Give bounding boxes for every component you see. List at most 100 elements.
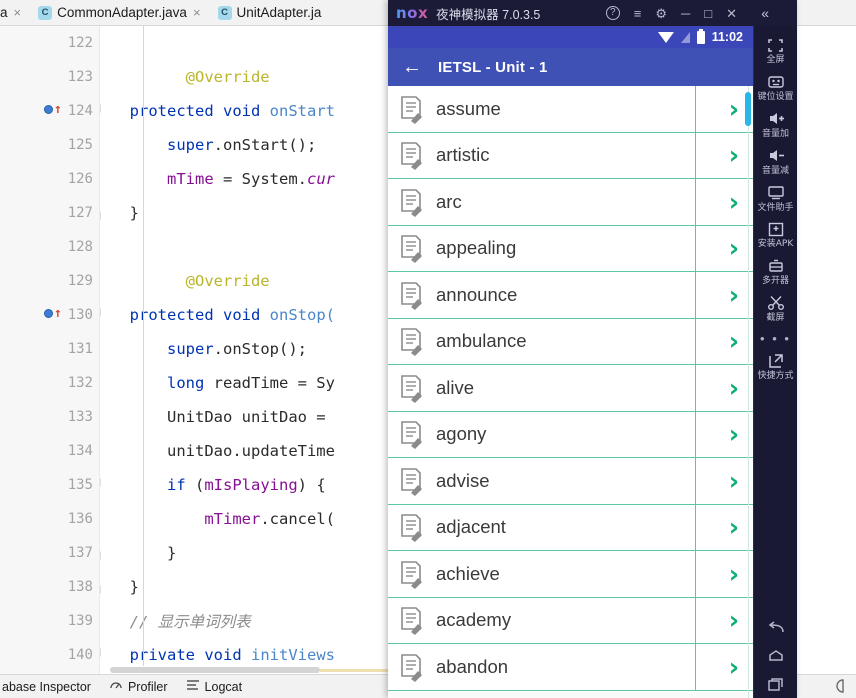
shortcut-icon xyxy=(767,352,785,370)
chevron-right-icon[interactable]: › xyxy=(729,515,739,540)
word-list-item[interactable]: achieve › xyxy=(388,551,753,598)
line-number: 124 xyxy=(67,103,93,119)
breakpoint-icon[interactable]: ↑ xyxy=(44,103,62,116)
nox-sidebar: 全屏键位设置音量加 音量减 文件助手 安装APK 多开器 截屏 • • • 快捷方式 xyxy=(753,26,797,698)
event-log-icon[interactable] xyxy=(832,676,852,696)
gutter-line[interactable]: 127 xyxy=(0,196,111,230)
chevron-right-icon[interactable]: › xyxy=(729,608,739,633)
line-number: 127 xyxy=(67,205,93,221)
gutter-line[interactable]: 140 xyxy=(0,638,111,672)
word-list-item[interactable]: agony › xyxy=(388,411,753,458)
nox-sidebar-label: 键位设置 xyxy=(757,91,794,102)
word-list-item[interactable]: announce › xyxy=(388,272,753,319)
word-label: appealing xyxy=(436,237,517,259)
gutter-line[interactable]: ↑ 124 xyxy=(0,94,111,128)
word-label: adjacent xyxy=(436,516,506,538)
chevron-right-icon[interactable]: › xyxy=(729,143,739,168)
tool-window-database-inspector[interactable]: abase Inspector xyxy=(2,680,91,694)
gutter-line[interactable]: 129 xyxy=(0,264,99,298)
tool-window-profiler[interactable]: Profiler xyxy=(109,678,168,695)
nox-sidebar-item-volume-up[interactable]: 音量加 xyxy=(754,106,798,143)
nox-title-bar[interactable]: nox 夜神模拟器 7.0.3.5 ? ≡ ⚙ ─ □ ✕ « xyxy=(388,0,797,26)
gutter-line[interactable]: 132 xyxy=(0,366,99,400)
word-list-item[interactable]: adjacent › xyxy=(388,504,753,551)
java-class-icon: C xyxy=(217,5,232,20)
close-icon[interactable]: × xyxy=(13,6,23,19)
nox-sidebar-item-volume-down[interactable]: 音量减 xyxy=(754,143,798,180)
nox-sidebar-item-file-assistant[interactable]: 文件助手 xyxy=(754,180,798,217)
nox-sidebar-label: 全屏 xyxy=(766,55,785,65)
chevron-right-icon[interactable]: › xyxy=(729,561,739,586)
gutter-line[interactable]: 131 xyxy=(0,332,99,366)
editor-tab-unitadapter[interactable]: C UnitAdapter.ja xyxy=(209,0,330,25)
breakpoint-icon[interactable]: ↑ xyxy=(44,307,62,320)
gutter-line[interactable]: 134 xyxy=(0,434,99,468)
word-list-item[interactable]: arc › xyxy=(388,179,753,226)
chevron-right-icon[interactable]: › xyxy=(729,189,739,214)
note-edit-icon xyxy=(396,559,426,589)
gutter-line[interactable]: 123 xyxy=(0,60,99,94)
word-list-item[interactable]: assume › xyxy=(388,86,753,133)
editor-tab-partial[interactable]: a × xyxy=(0,0,31,25)
back-arrow-icon[interactable]: ← xyxy=(402,57,422,77)
close-icon[interactable]: × xyxy=(192,6,202,19)
scrollbar-thumb[interactable] xyxy=(110,667,320,673)
word-list-item[interactable]: advise › xyxy=(388,458,753,505)
gutter-line[interactable]: 137 xyxy=(0,536,111,570)
gutter-line[interactable]: 126 xyxy=(0,162,99,196)
chevron-right-icon[interactable]: › xyxy=(729,236,739,261)
note-edit-icon xyxy=(396,512,426,543)
chevron-right-icon[interactable]: › xyxy=(729,468,739,493)
home-icon[interactable] xyxy=(767,649,785,663)
gutter-line[interactable]: 139 xyxy=(0,604,99,638)
code-token: cur xyxy=(307,170,335,188)
tool-window-logcat[interactable]: Logcat xyxy=(186,679,242,694)
word-list-item[interactable]: academy › xyxy=(388,597,753,644)
chevron-right-icon[interactable]: › xyxy=(729,329,739,354)
nox-sidebar-item-install-apk[interactable]: 安装APK xyxy=(754,216,798,253)
install-apk-icon xyxy=(768,220,784,238)
chevron-right-icon[interactable]: › xyxy=(729,96,739,121)
nox-sidebar-item-fullscreen[interactable]: 全屏 xyxy=(754,32,798,69)
menu-icon[interactable]: ≡ xyxy=(634,7,642,20)
list-scrollbar-thumb[interactable] xyxy=(745,92,751,126)
help-icon[interactable]: ? xyxy=(605,6,620,20)
gutter-line[interactable]: 133 xyxy=(0,400,99,434)
gutter-line[interactable]: 122 xyxy=(0,26,99,60)
nox-sidebar-more-icon[interactable]: • • • xyxy=(760,327,791,348)
line-number: 125 xyxy=(67,137,93,153)
chevron-right-icon[interactable]: › xyxy=(729,654,739,679)
word-list-item[interactable]: abandon › xyxy=(388,644,753,691)
editor-gutter[interactable]: 122 123 ↑ 124 125 126 127 128 129 ↑ 130 131 132 133 13… xyxy=(0,26,111,697)
nox-sidebar-item-shortcut[interactable]: 快捷方式 xyxy=(754,348,798,385)
word-list[interactable]: assume › artistic › arc › appealing › announce › a… xyxy=(388,86,753,698)
chevron-right-icon[interactable]: › xyxy=(729,375,739,400)
word-list-item[interactable]: ambulance › xyxy=(388,318,753,365)
editor-tab-commonadapter[interactable]: C CommonAdapter.java × xyxy=(30,0,210,25)
nox-sidebar-item-multi-instance[interactable]: 多开器 xyxy=(754,253,798,290)
gutter-line[interactable]: ↑ 130 xyxy=(0,298,111,332)
collapse-sidebar-icon[interactable]: « xyxy=(761,0,769,26)
gutter-line[interactable]: 138 xyxy=(0,570,111,604)
line-number: 133 xyxy=(67,409,93,425)
maximize-icon[interactable]: □ xyxy=(704,7,712,20)
gutter-line[interactable]: 135 xyxy=(0,468,111,502)
gutter-line[interactable]: 128 xyxy=(0,230,99,264)
gutter-line[interactable]: 125 xyxy=(0,128,99,162)
close-icon[interactable]: ✕ xyxy=(726,7,737,20)
chevron-right-icon[interactable]: › xyxy=(729,422,739,447)
status-bar-time: 11:02 xyxy=(711,30,743,44)
signal-icon xyxy=(680,31,690,43)
back-arrow-icon[interactable] xyxy=(767,621,785,635)
settings-icon[interactable]: ⚙ xyxy=(655,7,667,20)
gutter-line[interactable]: 136 xyxy=(0,502,99,536)
word-list-item[interactable]: appealing › xyxy=(388,225,753,272)
nox-sidebar-item-keymap[interactable]: 键位设置 xyxy=(754,69,798,106)
line-number: 137 xyxy=(67,545,93,561)
nox-sidebar-item-screenshot[interactable]: 截屏 xyxy=(754,290,798,327)
word-list-item[interactable]: alive › xyxy=(388,365,753,412)
recents-icon[interactable] xyxy=(767,677,785,692)
chevron-right-icon[interactable]: › xyxy=(729,282,739,307)
word-list-item[interactable]: artistic › xyxy=(388,132,753,179)
minimize-icon[interactable]: ─ xyxy=(681,7,690,20)
